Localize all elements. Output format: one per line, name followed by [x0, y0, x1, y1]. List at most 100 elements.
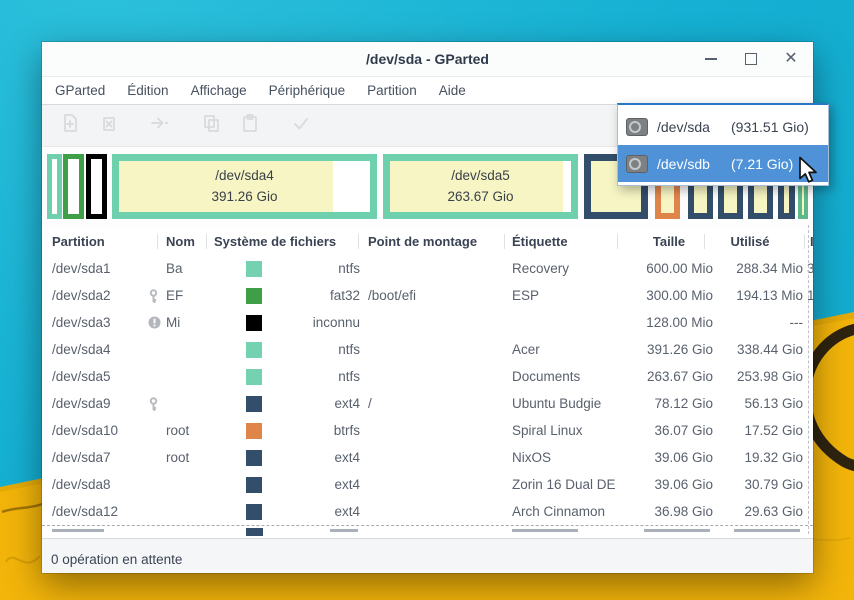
- header-separator: [617, 234, 618, 249]
- resize-move-icon: [148, 112, 170, 139]
- table-row[interactable]: /dev/sda4 ntfs Acer 391.26 Gio 338.44 Gi…: [42, 336, 813, 363]
- new-partition-button[interactable]: [58, 114, 82, 138]
- size-value: 39.06 Gio: [602, 471, 713, 498]
- fs-swatch: [246, 288, 262, 304]
- fs-swatch: [246, 315, 262, 331]
- partition-name: /dev/sda4: [52, 336, 147, 363]
- fs-swatch: [246, 528, 263, 536]
- minimize-button[interactable]: [703, 51, 719, 67]
- menu-gparted[interactable]: GParted: [44, 77, 116, 104]
- close-button[interactable]: ✕: [783, 51, 799, 67]
- fs-swatch: [246, 369, 262, 385]
- free-space: [563, 161, 571, 212]
- size-value: 78.12 Gio: [602, 390, 713, 417]
- partition-name: /dev/sda9: [52, 390, 147, 417]
- used-value: 17.52 Gio: [718, 417, 803, 444]
- size-value: 36.98 Gio: [602, 498, 713, 525]
- table-row[interactable]: /dev/sda5 ntfs Documents 263.67 Gio 253.…: [42, 363, 813, 390]
- size-value: 36.07 Gio: [602, 417, 713, 444]
- partition-name: /dev/sda5: [52, 363, 147, 390]
- new-partition-icon: [59, 112, 81, 139]
- row-status-icon: [148, 478, 162, 492]
- header-utilise[interactable]: Utilisé: [710, 228, 790, 255]
- partition-nom: [166, 363, 210, 390]
- header-systeme-fichiers[interactable]: Système de fichiers: [214, 228, 336, 255]
- segment-label: /dev/sda5: [451, 166, 510, 186]
- table-row[interactable]: /dev/sda12 ext4 Arch Cinnamon 36.98 Gio …: [42, 498, 813, 525]
- table-row[interactable]: /dev/sda3 Mi inconnu 128.00 Mio ---: [42, 309, 813, 336]
- partition-name: /dev/sda3: [52, 309, 147, 336]
- header-partition[interactable]: Partition: [52, 228, 105, 255]
- table-row[interactable]: /dev/sda2 EF fat32 /boot/efi ESP 300.00 …: [42, 282, 813, 309]
- fs-swatch: [246, 477, 262, 493]
- header-separator: [358, 234, 359, 249]
- mount-point: [368, 255, 508, 282]
- partition-segment[interactable]: [47, 154, 62, 219]
- apply-button[interactable]: [289, 114, 313, 138]
- menu-aide[interactable]: Aide: [428, 77, 477, 104]
- partition-segment[interactable]: /dev/sda5263.67 Gio: [383, 154, 578, 219]
- table-row[interactable]: /dev/sda7 root ext4 NixOS 39.06 Gio 19.3…: [42, 444, 813, 471]
- partition-name: /dev/sda10: [52, 417, 147, 444]
- row-status-icon: [148, 370, 162, 384]
- used-value: 56.13 Gio: [718, 390, 803, 417]
- header-etiquette[interactable]: Étiquette: [512, 228, 568, 255]
- resize-move-button[interactable]: [147, 114, 171, 138]
- header-inutilise[interactable]: I: [810, 228, 813, 255]
- fs-name: fat32: [270, 282, 360, 309]
- device-option-sda[interactable]: /dev/sda (931.51 Gio): [618, 108, 828, 145]
- used-value: ---: [718, 309, 803, 336]
- fs-name: inconnu: [270, 309, 360, 336]
- maximize-button[interactable]: [743, 51, 759, 67]
- used-value: 30.79 Gio: [718, 471, 803, 498]
- partial-table-row[interactable]: [42, 525, 813, 538]
- key-icon: [148, 289, 162, 303]
- partition-segment[interactable]: [86, 154, 107, 219]
- table-row[interactable]: /dev/sda8 ext4 Zorin 16 Dual DE 39.06 Gi…: [42, 471, 813, 498]
- minimize-icon: [705, 58, 717, 60]
- header-separator: [704, 234, 705, 249]
- table-header-row: Partition Nom Système de fichiers Point …: [42, 228, 813, 255]
- size-value: 263.67 Gio: [602, 363, 713, 390]
- header-nom[interactable]: Nom: [166, 228, 195, 255]
- delete-partition-button[interactable]: [97, 114, 121, 138]
- menu-partition[interactable]: Partition: [356, 77, 428, 104]
- row-status-icon: [148, 262, 162, 276]
- mount-point: [368, 444, 508, 471]
- partition-nom: root: [166, 417, 210, 444]
- close-icon: ✕: [784, 51, 797, 67]
- size-value: 300.00 Mio: [602, 282, 713, 309]
- table-row[interactable]: /dev/sda10 root btrfs Spiral Linux 36.07…: [42, 417, 813, 444]
- partition-segment[interactable]: /dev/sda4391.26 Gio: [112, 154, 377, 219]
- header-taille[interactable]: Taille: [625, 228, 713, 255]
- fs-swatch: [246, 396, 262, 412]
- row-status-icon: [148, 451, 162, 465]
- segment-size: 391.26 Gio: [211, 187, 277, 207]
- delete-partition-icon: [98, 112, 120, 139]
- table-edge-dashed-line: [808, 225, 809, 534]
- partition-name: /dev/sda7: [52, 444, 147, 471]
- mount-point: /boot/efi: [368, 282, 508, 309]
- mount-point: [368, 309, 508, 336]
- paste-button[interactable]: [238, 114, 262, 138]
- table-row[interactable]: /dev/sda1 Ba ntfs Recovery 600.00 Mio 28…: [42, 255, 813, 282]
- mount-point: [368, 363, 508, 390]
- mount-point: [368, 498, 508, 525]
- partition-segment[interactable]: [63, 154, 84, 219]
- window-title: /dev/sda - GParted: [42, 42, 813, 76]
- menu-edition[interactable]: Édition: [116, 77, 179, 104]
- fs-name: ext4: [270, 444, 360, 471]
- used-value: 194.13 Mio: [718, 282, 803, 309]
- partition-name: /dev/sda1: [52, 255, 147, 282]
- used-value: 253.98 Gio: [718, 363, 803, 390]
- header-point-montage[interactable]: Point de montage: [368, 228, 477, 255]
- table-row[interactable]: /dev/sda9 ext4 / Ubuntu Budgie 78.12 Gio…: [42, 390, 813, 417]
- menu-peripherique[interactable]: Périphérique: [258, 77, 357, 104]
- copy-button[interactable]: [199, 114, 223, 138]
- titlebar[interactable]: /dev/sda - GParted ✕: [42, 42, 813, 77]
- mount-point: /: [368, 390, 508, 417]
- menu-affichage[interactable]: Affichage: [180, 77, 258, 104]
- harddisk-icon: [626, 117, 648, 137]
- fs-name: ext4: [270, 471, 360, 498]
- partition-table: Partition Nom Système de fichiers Point …: [42, 228, 813, 538]
